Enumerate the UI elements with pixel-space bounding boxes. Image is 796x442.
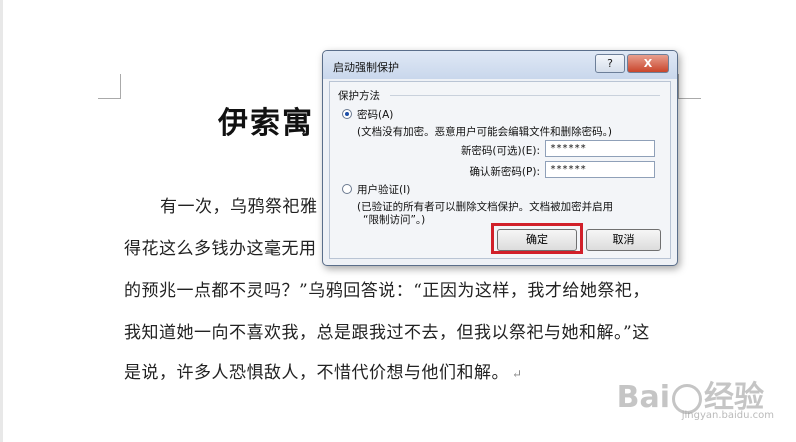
group-label: 保护方法: [338, 90, 380, 102]
group-divider: [390, 95, 660, 96]
paragraph-mark-icon: ↵: [512, 367, 523, 381]
dialog-titlebar[interactable]: 启动强制保护 ? X: [323, 51, 677, 79]
confirm-password-label: 确认新密码(P):: [469, 166, 540, 178]
page-margin-corner-right: [678, 74, 701, 99]
document-title: 伊索寓: [218, 106, 314, 141]
user-auth-description-2: “限制访问”。): [363, 214, 426, 226]
user-auth-radio[interactable]: [342, 184, 352, 194]
new-password-label: 新密码(可选)(E):: [460, 145, 540, 157]
document-line-5-text: 是说，许多人恐惧敌人，不惜代价想与他们和解。: [124, 363, 509, 383]
page-margin-corner-left: [98, 74, 121, 99]
close-button[interactable]: X: [627, 54, 669, 73]
document-line-2: 得花这么多钱办这毫无用: [124, 239, 317, 259]
help-button[interactable]: ?: [595, 54, 625, 73]
user-auth-option-label[interactable]: 用户验证(I): [357, 182, 410, 197]
confirm-password-input[interactable]: ******: [545, 161, 655, 178]
password-option-description: (文档没有加密。恶意用户可能会编辑文件和删除密码。): [357, 126, 612, 138]
ok-button-highlight-box: [491, 223, 583, 254]
dialog-title: 启动强制保护: [333, 61, 399, 74]
document-line-1: 有一次，乌鸦祭祀雅: [160, 197, 318, 217]
password-radio[interactable]: [342, 109, 352, 119]
document-line-4: 我知道她一向不喜欢我，总是跟我过不去，但我以祭祀与她和解。”这: [124, 323, 650, 343]
password-option-label[interactable]: 密码(A): [357, 107, 393, 122]
document-line-3: 的预兆一点都不灵吗？”乌鸦回答说：“正因为这样，我才给她祭祀，: [124, 281, 650, 301]
cancel-button[interactable]: 取消: [586, 229, 661, 251]
document-line-5: 是说，许多人恐惧敌人，不惜代价想与他们和解。 ↵: [124, 358, 523, 383]
page-left-edge: [0, 0, 3, 442]
baidu-paw-icon: [672, 383, 702, 414]
new-password-input[interactable]: ******: [545, 140, 655, 157]
watermark-url: jingyan.baidu.com: [681, 410, 774, 421]
